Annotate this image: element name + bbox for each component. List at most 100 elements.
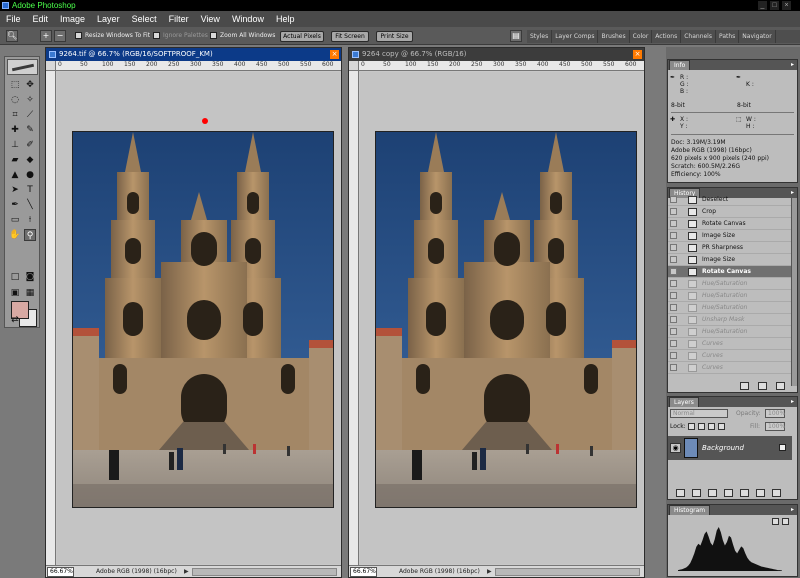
lock-image-icon[interactable] [698, 423, 705, 430]
history-state[interactable]: Rotate Canvas [668, 218, 792, 230]
history-brush-source-checkbox[interactable] [670, 268, 677, 275]
minimize-button[interactable]: _ [758, 1, 767, 10]
type-tool-icon[interactable]: T [24, 184, 36, 196]
link-layers-icon[interactable] [676, 489, 685, 497]
zoom-level-field[interactable]: 66.67% [350, 567, 377, 577]
history-state[interactable]: Deselect [668, 194, 792, 206]
slice-tool-icon[interactable]: ⟋ [24, 109, 36, 121]
magic-wand-tool-icon[interactable]: ✧ [24, 94, 36, 106]
menu-filter[interactable]: Filter [163, 11, 195, 27]
layer-style-icon[interactable] [692, 489, 701, 497]
history-brush-source-checkbox[interactable] [670, 280, 677, 287]
history-state[interactable]: Image Size [668, 230, 792, 242]
notes-tool-icon[interactable]: ▭ [9, 214, 21, 226]
tab-styles[interactable]: Styles [527, 30, 553, 43]
clone-stamp-tool-icon[interactable]: ⊥ [9, 139, 21, 151]
menu-layer[interactable]: Layer [91, 11, 126, 27]
history-state-undone[interactable]: Hue/Saturation [668, 326, 792, 338]
resize-windows-checkbox[interactable] [75, 32, 82, 39]
layers-tab[interactable]: Layers [669, 397, 699, 407]
ruler-origin[interactable] [46, 61, 56, 71]
ignore-palettes-checkbox[interactable] [153, 32, 160, 39]
history-scrollbar[interactable] [791, 198, 797, 386]
menu-view[interactable]: View [195, 11, 226, 27]
palette-menu-icon[interactable]: ▸ [791, 398, 794, 406]
zoom-tool-preset-icon[interactable]: 🔍︎ [6, 30, 18, 42]
history-brush-source-checkbox[interactable] [670, 328, 677, 335]
document-title-bar[interactable]: 9264 copy @ 66.7% (RGB/16) × [349, 48, 644, 61]
history-state-undone[interactable]: Curves [668, 362, 792, 374]
zoom-tool-icon[interactable]: ⚲ [24, 229, 36, 241]
document-canvas[interactable] [360, 72, 643, 564]
horizontal-ruler[interactable]: 0 50 100 150 200 250 300 350 400 450 500… [56, 61, 341, 71]
history-state-undone[interactable]: Hue/Saturation [668, 278, 792, 290]
history-state-current[interactable]: Rotate Canvas [668, 266, 792, 278]
hand-tool-icon[interactable]: ✋ [9, 229, 21, 241]
jump-to-imageready-icon[interactable]: ⇄ [9, 314, 21, 326]
print-size-button[interactable]: Print Size [376, 31, 413, 42]
cached-data-warning-icon[interactable] [772, 518, 779, 525]
tab-navigator[interactable]: Navigator [739, 30, 776, 43]
zoom-in-icon[interactable]: + [40, 30, 52, 42]
refresh-icon[interactable] [782, 518, 789, 525]
opacity-field[interactable]: 100% [765, 409, 785, 418]
new-document-from-state-icon[interactable] [740, 382, 749, 390]
menu-edit[interactable]: Edit [27, 11, 55, 27]
eraser-tool-icon[interactable]: ▰ [9, 154, 21, 166]
pen-tool-icon[interactable]: ✒ [9, 199, 21, 211]
photoshop-feather-logo[interactable] [7, 59, 38, 75]
lock-position-icon[interactable] [708, 423, 715, 430]
history-brush-source-checkbox[interactable] [670, 244, 677, 251]
fit-screen-button[interactable]: Fit Screen [331, 31, 369, 42]
menu-help[interactable]: Help [270, 11, 301, 27]
tab-channels[interactable]: Channels [681, 30, 716, 43]
move-tool-icon[interactable]: ✥ [24, 79, 36, 91]
lasso-tool-icon[interactable]: ◌ [9, 94, 21, 106]
path-selection-tool-icon[interactable]: ➤ [9, 184, 21, 196]
history-brush-source-checkbox[interactable] [670, 256, 677, 263]
lock-transparency-icon[interactable] [688, 423, 695, 430]
history-brush-source-checkbox[interactable] [670, 364, 677, 371]
vertical-ruler[interactable] [349, 71, 359, 565]
menu-window[interactable]: Window [226, 11, 270, 27]
healing-brush-tool-icon[interactable]: ✚ [9, 124, 21, 136]
lock-all-icon[interactable] [718, 423, 725, 430]
history-brush-source-checkbox[interactable] [670, 208, 677, 215]
history-state-undone[interactable]: Unsharp Mask [668, 314, 792, 326]
trash-icon[interactable] [772, 489, 781, 497]
horizontal-ruler[interactable]: 0 50 100 150 200 250 300 350 400 450 500… [359, 61, 644, 71]
vertical-ruler[interactable] [46, 71, 56, 565]
zoom-all-checkbox[interactable] [210, 32, 217, 39]
quick-mask-mode-icon[interactable]: ◙ [24, 271, 36, 283]
eye-icon[interactable]: ◉ [670, 443, 681, 453]
new-group-icon[interactable] [740, 489, 749, 497]
dodge-tool-icon[interactable]: ● [24, 169, 36, 181]
history-state-undone[interactable]: Curves [668, 338, 792, 350]
adjustment-layer-icon[interactable] [724, 489, 733, 497]
trash-icon[interactable] [776, 382, 785, 390]
menu-image[interactable]: Image [54, 11, 91, 27]
marquee-tool-icon[interactable]: ⬚ [9, 79, 21, 91]
tab-color[interactable]: Color [630, 30, 653, 43]
layer-row-background[interactable]: ◉ Background [668, 436, 792, 460]
history-state-undone[interactable]: Curves [668, 350, 792, 362]
blend-mode-select[interactable]: Normal [670, 409, 728, 418]
tab-actions[interactable]: Actions [652, 30, 682, 43]
history-brush-source-checkbox[interactable] [670, 220, 677, 227]
history-brush-tool-icon[interactable]: ✐ [24, 139, 36, 151]
paint-bucket-tool-icon[interactable]: ◆ [24, 154, 36, 166]
history-state-undone[interactable]: Hue/Saturation [668, 302, 792, 314]
layer-mask-icon[interactable] [708, 489, 717, 497]
crop-tool-icon[interactable]: ⌗ [9, 109, 21, 121]
history-brush-source-checkbox[interactable] [670, 304, 677, 311]
status-menu-arrow-icon[interactable]: ▶ [487, 568, 492, 576]
close-document-button[interactable]: × [633, 50, 642, 59]
actual-pixels-button[interactable]: Actual Pixels [280, 31, 324, 42]
palette-well-icon[interactable]: ▤ [510, 30, 522, 42]
close-document-button[interactable]: × [330, 50, 339, 59]
history-brush-source-checkbox[interactable] [670, 232, 677, 239]
zoom-out-icon[interactable]: − [54, 30, 66, 42]
history-brush-source-checkbox[interactable] [670, 352, 677, 359]
history-state-undone[interactable]: Hue/Saturation [668, 290, 792, 302]
eyedropper-tool-icon[interactable]: ⟊ [24, 214, 36, 226]
